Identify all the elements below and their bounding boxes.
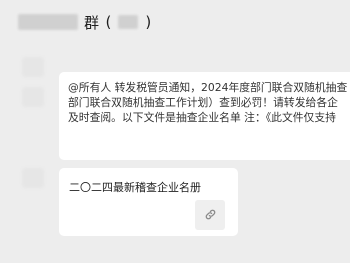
right-paren: ) xyxy=(145,13,152,31)
message-bubble[interactable]: @所有人 转发税管员通知，2024年度部门联合双随机抽查 部门联合双随机抽查工作… xyxy=(59,72,350,160)
blurred-avatar xyxy=(22,87,44,107)
file-card[interactable]: 二〇二四最新稽查企业名册 xyxy=(59,168,238,236)
group-label: 群 xyxy=(84,13,100,32)
blurred-avatar xyxy=(22,57,44,77)
message-line: 部门联合双随机抽查工作计划）查到必罚！请转发给各企 xyxy=(68,96,338,109)
chat-screen: 群 ( ) @所有人 转发税管员通知，2024年度部门联合双随机抽查 部门联合双… xyxy=(0,0,350,263)
link-icon xyxy=(204,206,217,225)
link-icon-box[interactable] xyxy=(195,200,225,230)
blurred-group-name xyxy=(18,14,78,30)
message-text: @所有人 转发税管员通知，2024年度部门联合双随机抽查 部门联合双随机抽查工作… xyxy=(68,80,350,125)
chat-bottom-space xyxy=(0,240,350,263)
chat-title: 群 ( ) xyxy=(18,10,151,34)
left-paren: ( xyxy=(105,13,112,31)
file-name: 二〇二四最新稽查企业名册 xyxy=(69,181,201,194)
message-line: 及时查阅。以下文件是抽查企业名单 注：《此文件仅支持 xyxy=(68,111,336,124)
message-line: @所有人 转发税管员通知，2024年度部门联合双随机抽查 xyxy=(68,81,348,94)
chat-header: 群 ( ) xyxy=(0,0,350,44)
blurred-avatar xyxy=(22,168,44,188)
blurred-member-count xyxy=(118,15,139,29)
